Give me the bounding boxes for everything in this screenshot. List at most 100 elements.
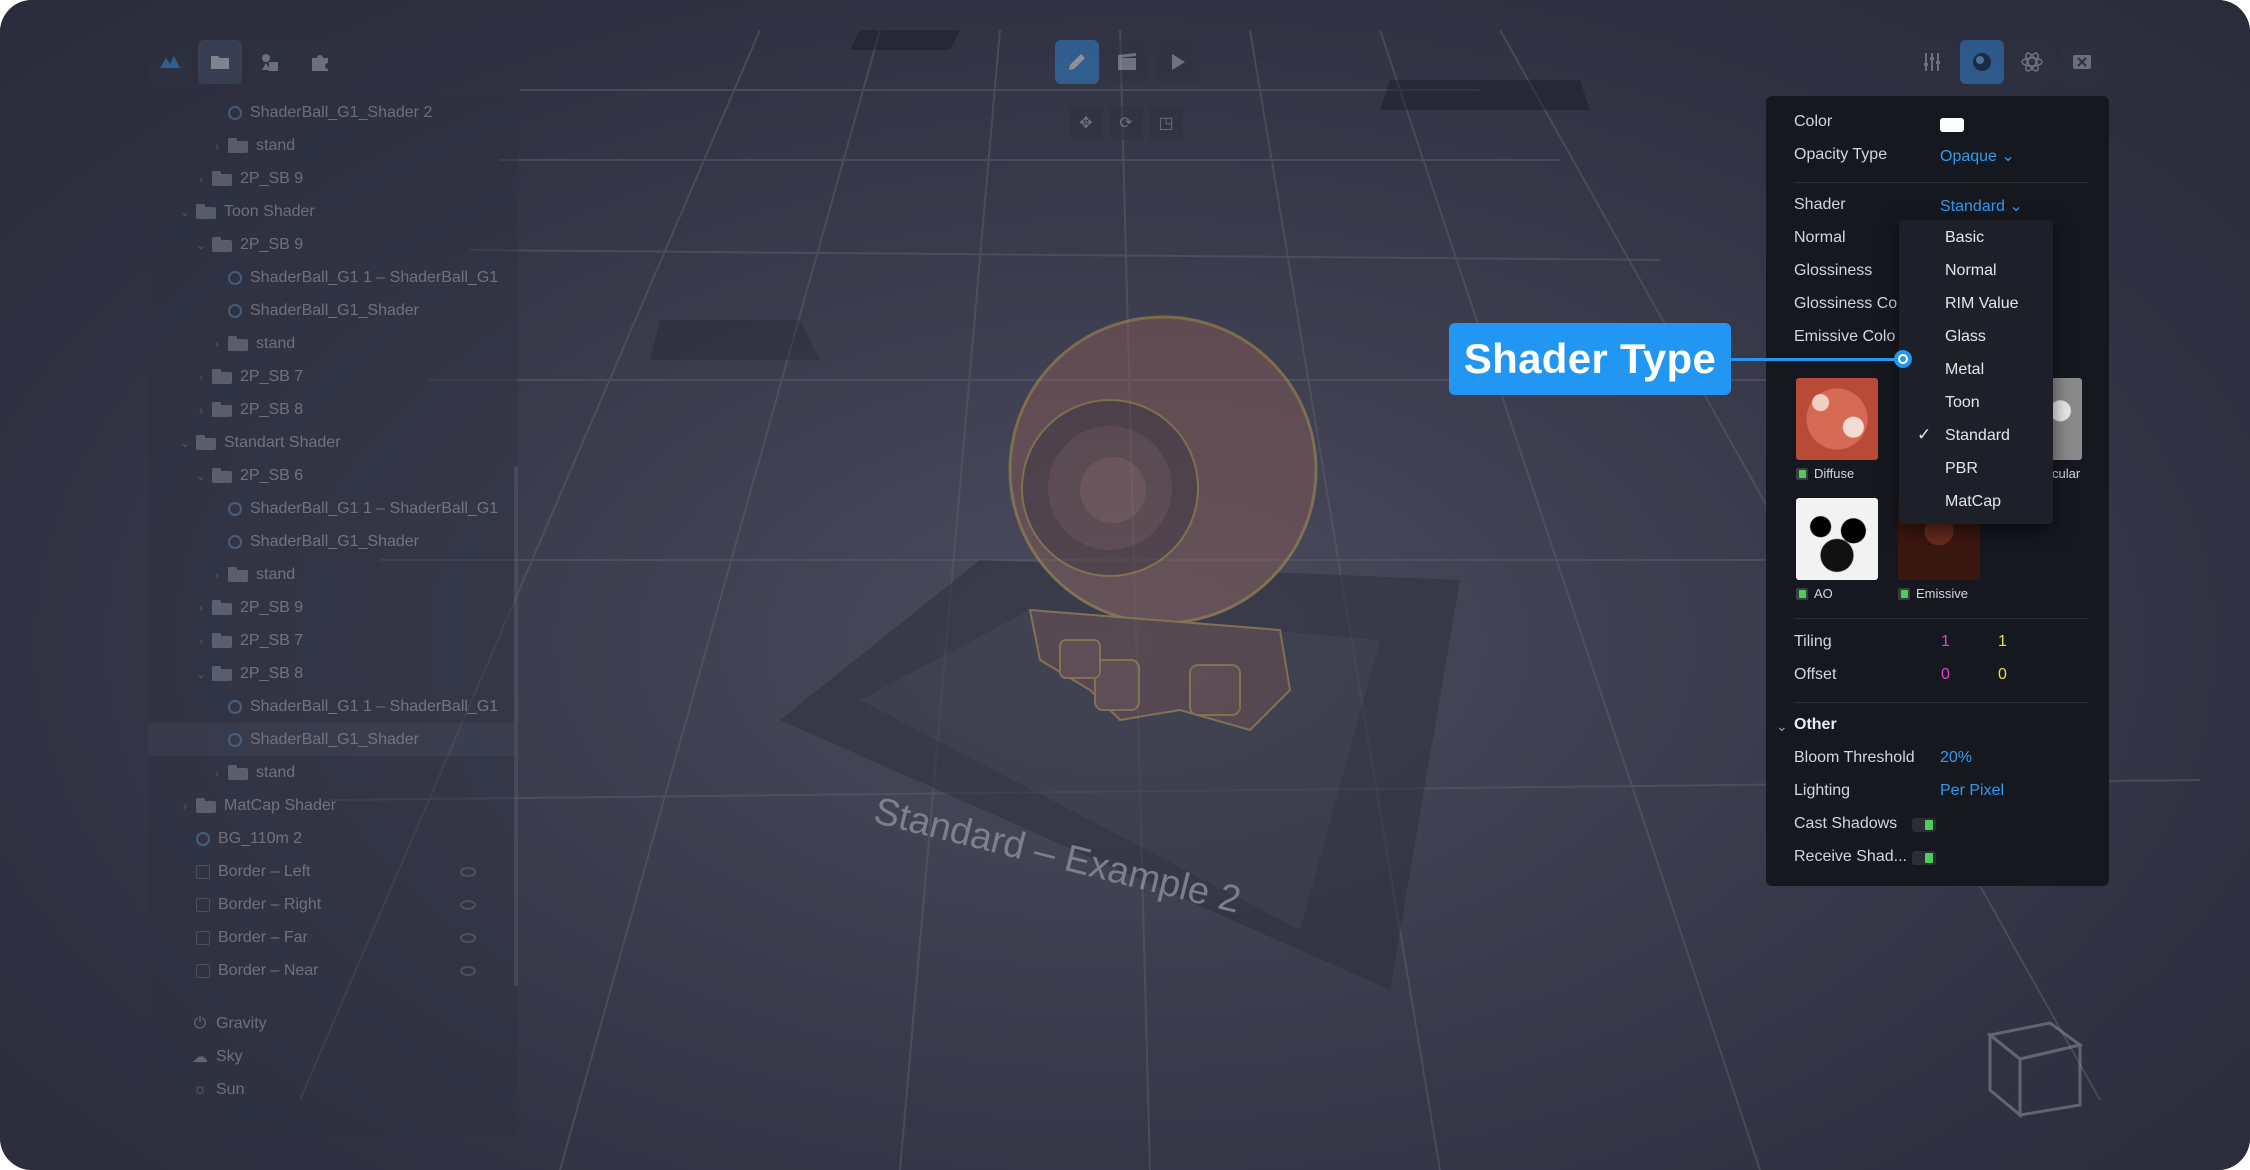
hierarchy-item[interactable]: ShaderBall_G1 1 – ShaderBall_G1	[148, 690, 518, 723]
hierarchy-item[interactable]: › stand	[148, 756, 518, 789]
chevron-down-icon[interactable]: ⌄	[178, 436, 192, 450]
chevron-down-icon[interactable]: ⌄	[1776, 718, 1788, 735]
hierarchy-item-label: Border – Far	[218, 928, 308, 946]
rotate-tool-icon[interactable]: ⟳	[1109, 106, 1143, 140]
shader-option[interactable]: Normal	[1945, 262, 1997, 280]
hierarchy-item[interactable]: Border – Far	[148, 921, 518, 954]
scene-icon[interactable]	[1105, 40, 1149, 84]
hierarchy-item[interactable]: ⌄ 2P_SB 8	[148, 657, 518, 690]
hierarchy-item[interactable]: › 2P_SB 7	[148, 624, 518, 657]
hierarchy-item[interactable]: › MatCap Shader	[148, 789, 518, 822]
hierarchy-item[interactable]: Border – Right	[148, 888, 518, 921]
hierarchy-item[interactable]: ShaderBall_G1_Shader	[148, 723, 518, 756]
hierarchy-item-label: ShaderBall_G1 1 – ShaderBall_G1	[250, 499, 499, 517]
receive-shadows-toggle[interactable]	[1912, 851, 1936, 865]
move-tool-icon[interactable]: ✥	[1069, 106, 1103, 140]
offset-y-value[interactable]: 0	[1998, 666, 2007, 684]
hierarchy-item-label: ShaderBall_G1 1 – ShaderBall_G1	[250, 268, 499, 286]
enabled-checkbox[interactable]	[1898, 587, 1910, 600]
play-icon[interactable]	[1155, 40, 1199, 84]
sliders-icon[interactable]	[1910, 40, 1954, 84]
logo-icon[interactable]	[148, 40, 192, 84]
hierarchy-item[interactable]: ShaderBall_G1 1 – ShaderBall_G1	[148, 492, 518, 525]
hierarchy-item[interactable]: ShaderBall_G1_Shader	[148, 294, 518, 327]
chevron-right-icon[interactable]: ›	[210, 568, 224, 582]
hierarchy-item[interactable]: › stand	[148, 129, 518, 162]
hierarchy-item[interactable]: › 2P_SB 7	[148, 360, 518, 393]
enabled-checkbox[interactable]	[1796, 467, 1808, 480]
chevron-right-icon[interactable]: ›	[210, 139, 224, 153]
shader-option[interactable]: Metal	[1945, 361, 1984, 379]
hierarchy-item[interactable]: ShaderBall_G1_Shader 2	[148, 96, 518, 129]
shader-select[interactable]: Standard ⌄	[1940, 196, 2023, 216]
cast-shadows-toggle[interactable]	[1912, 818, 1936, 832]
eye-icon[interactable]	[460, 899, 476, 910]
shader-option[interactable]: Toon	[1945, 394, 1980, 412]
tiling-y-value[interactable]: 1	[1998, 633, 2007, 651]
shader-option[interactable]: RIM Value	[1945, 295, 2019, 313]
hierarchy-item[interactable]: › 2P_SB 9	[148, 162, 518, 195]
diffuse-texture-thumbnail[interactable]	[1796, 378, 1878, 460]
shader-option[interactable]: Glass	[1945, 328, 1986, 346]
chevron-right-icon[interactable]: ›	[194, 403, 208, 417]
scale-tool-icon[interactable]: ◳	[1149, 106, 1183, 140]
hierarchy-item[interactable]: ⌄ 2P_SB 9	[148, 228, 518, 261]
receive-shadows-label: Receive Shad...	[1794, 848, 1907, 865]
emissive-color-label: Emissive Colo	[1794, 328, 1896, 345]
hierarchy-item[interactable]: ShaderBall_G1_Shader	[148, 525, 518, 558]
chevron-right-icon[interactable]: ›	[194, 172, 208, 186]
hierarchy-item[interactable]: › 2P_SB 8	[148, 393, 518, 426]
other-section-header[interactable]: Other	[1794, 716, 1837, 734]
eye-icon[interactable]	[460, 866, 476, 877]
enabled-checkbox[interactable]	[1796, 587, 1808, 600]
tiling-x-value[interactable]: 1	[1941, 633, 1950, 651]
center-toolbar	[1055, 40, 1199, 84]
hierarchy-item[interactable]: Border – Near	[148, 954, 518, 987]
shader-option[interactable]: Standard	[1945, 427, 2010, 445]
chevron-down-icon[interactable]: ⌄	[194, 667, 208, 681]
hierarchy-item[interactable]: ⌄ Standart Shader	[148, 426, 518, 459]
hierarchy-item[interactable]: › 2P_SB 9	[148, 591, 518, 624]
opacity-type-select[interactable]: Opaque ⌄	[1940, 146, 2015, 166]
shader-option[interactable]: MatCap	[1945, 493, 2001, 511]
chevron-right-icon[interactable]: ›	[194, 370, 208, 384]
hierarchy-item[interactable]: BG_110m 2	[148, 822, 518, 855]
lighting-value[interactable]: Per Pixel	[1940, 782, 2004, 800]
hierarchy-item[interactable]: › stand	[148, 558, 518, 591]
hierarchy-item[interactable]: › stand	[148, 327, 518, 360]
chevron-right-icon[interactable]: ›	[194, 601, 208, 615]
offset-x-value[interactable]: 0	[1941, 666, 1950, 684]
environment-item[interactable]: ⏻ Gravity	[148, 1007, 518, 1040]
chevron-down-icon[interactable]: ⌄	[194, 238, 208, 252]
chevron-down-icon[interactable]: ⌄	[178, 205, 192, 219]
hierarchy-item-label: stand	[256, 334, 296, 352]
hierarchy-item[interactable]: ⌄ Toon Shader	[148, 195, 518, 228]
color-swatch[interactable]	[1940, 118, 1964, 132]
hierarchy-item[interactable]: ShaderBall_G1 1 – ShaderBall_G1	[148, 261, 518, 294]
hierarchy-item[interactable]: ⌄ 2P_SB 6	[148, 459, 518, 492]
edit-icon[interactable]	[1055, 40, 1099, 84]
chevron-right-icon[interactable]: ›	[178, 799, 192, 813]
folder-icon[interactable]	[198, 40, 242, 84]
environment-item[interactable]: ☼ Sun	[148, 1073, 518, 1106]
environment-item[interactable]: ☁ Sky	[148, 1040, 518, 1073]
close-icon[interactable]	[2060, 40, 2104, 84]
material-icon[interactable]	[1960, 40, 2004, 84]
eye-icon[interactable]	[460, 965, 476, 976]
ao-texture-label: AO	[1796, 586, 1833, 601]
physics-icon[interactable]	[2010, 40, 2054, 84]
puzzle-icon[interactable]	[298, 40, 342, 84]
hierarchy-item[interactable]: Border – Left	[148, 855, 518, 888]
chevron-right-icon[interactable]: ›	[210, 337, 224, 351]
shader-option[interactable]: PBR	[1945, 460, 1978, 478]
chevron-right-icon[interactable]: ›	[210, 766, 224, 780]
shapes-icon[interactable]	[248, 40, 292, 84]
chevron-right-icon[interactable]: ›	[194, 634, 208, 648]
eye-icon[interactable]	[460, 932, 476, 943]
view-cube-icon[interactable]	[1980, 1015, 2090, 1125]
ao-texture-thumbnail[interactable]	[1796, 498, 1878, 580]
hierarchy-scrollbar[interactable]	[514, 466, 518, 986]
bloom-threshold-value[interactable]: 20%	[1940, 749, 1972, 767]
chevron-down-icon[interactable]: ⌄	[194, 469, 208, 483]
shader-option[interactable]: Basic	[1945, 229, 1984, 247]
